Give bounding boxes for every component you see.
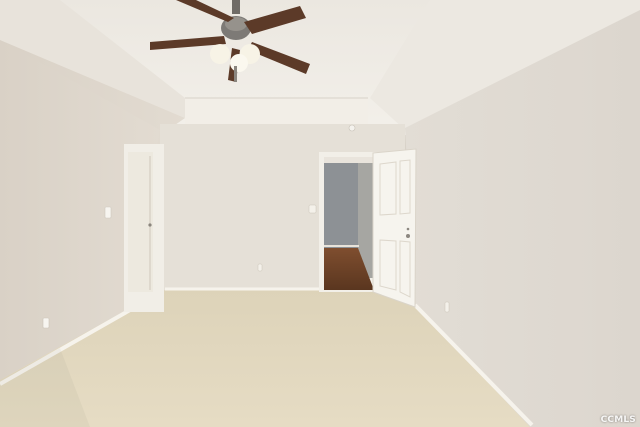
hall-wall — [324, 162, 359, 248]
closet-door-knob — [148, 223, 152, 227]
tray-ceiling-beam — [185, 98, 368, 124]
door-lock — [406, 227, 410, 231]
photo-watermark: CCMLS — [600, 415, 636, 425]
outlet-icon — [257, 263, 263, 272]
light-switch-icon — [104, 206, 112, 219]
door-handle — [406, 234, 410, 238]
outlet-icon — [444, 301, 450, 313]
outlet-icon — [42, 317, 50, 329]
closet-door — [128, 152, 153, 292]
smoke-detector-icon — [348, 124, 356, 132]
wall-plate — [308, 204, 317, 214]
room-scene — [0, 0, 640, 427]
room-photo: CCMLS — [0, 0, 640, 427]
hall-ceiling — [324, 157, 374, 163]
